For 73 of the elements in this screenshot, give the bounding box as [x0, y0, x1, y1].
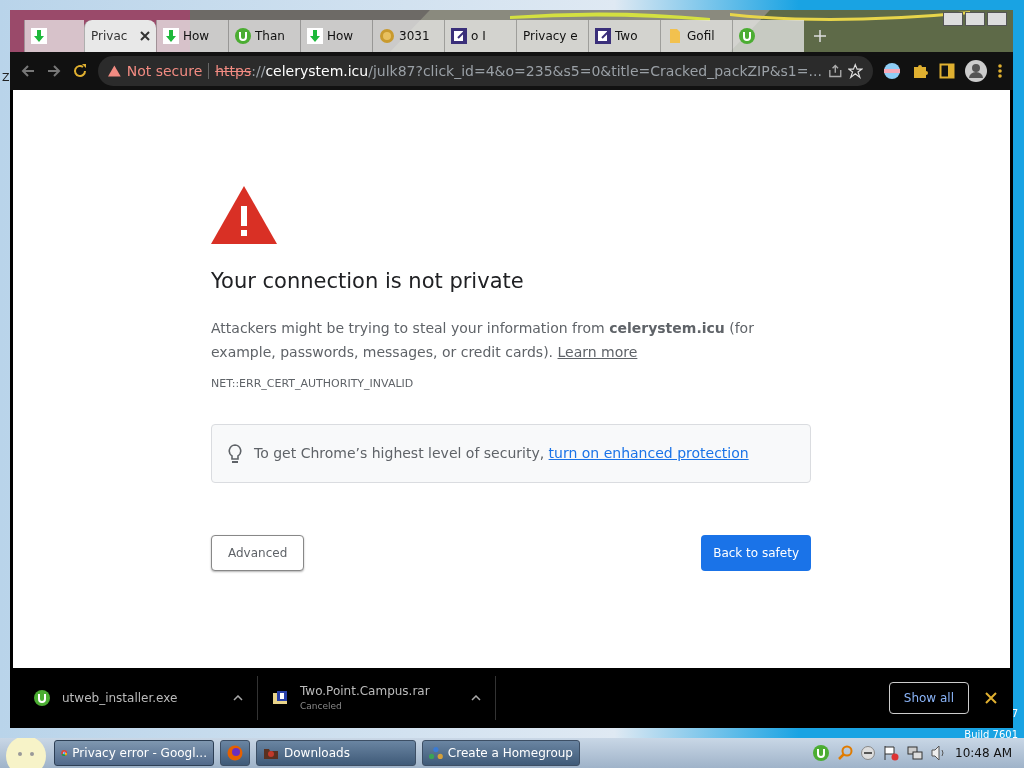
close-icon[interactable] — [140, 31, 150, 41]
taskbar-button[interactable]: Privacy error - Googl... — [54, 740, 214, 766]
error-code: NET::ERR_CERT_AUTHORITY_INVALID — [211, 375, 415, 392]
sidebar-icon[interactable] — [939, 63, 955, 79]
caret-icon[interactable] — [471, 695, 481, 701]
taskbar-button[interactable]: Create a Homegroup — [422, 740, 580, 766]
desktop-text: Z — [2, 70, 10, 86]
new-tab-icon[interactable] — [814, 30, 826, 42]
back-to-safety-button[interactable]: Back to safety — [701, 535, 811, 571]
coin-icon — [379, 28, 395, 44]
advanced-button[interactable]: Advanced — [211, 535, 305, 571]
flag-icon[interactable] — [883, 745, 900, 761]
close-button[interactable] — [987, 12, 1007, 26]
torrent-icon — [34, 690, 50, 706]
learn-more-link[interactable]: Learn more — [557, 343, 638, 360]
build-text: Build 7601 — [964, 728, 1018, 742]
warning-icon — [108, 65, 121, 77]
profile-icon[interactable] — [883, 62, 901, 80]
url-text: https://celerystem.icu/julk87?click_id=4&o=235&s5=0&title=Cracked_packZIP&s1=... — [215, 61, 822, 81]
address-bar[interactable]: Not secure https://celerystem.icu/julk87?click_id=4&o=235&s5=0&title=Cracked_packZIP&s1=... — [98, 56, 873, 86]
start-button[interactable] — [4, 738, 48, 768]
torrent-icon[interactable] — [813, 745, 830, 761]
download-icon — [307, 28, 323, 44]
back-icon[interactable] — [20, 63, 36, 79]
tab[interactable]: o I — [444, 20, 516, 52]
download-icon — [31, 28, 47, 44]
paragraph: Attackers might be trying to steal your information from celerystem.icu (for example, passwords, messages, or credit cards). Learn more — [211, 318, 755, 362]
share-icon[interactable] — [827, 63, 843, 79]
tab[interactable]: Privacy e — [516, 20, 588, 52]
download-icon — [163, 28, 179, 44]
network-icon — [429, 745, 443, 761]
file-name: utweb_installer.exe — [62, 690, 178, 707]
tip-text: To get Chrome’s highest level of security, turn on enhanced protection — [254, 444, 749, 463]
tab[interactable]: Privac — [84, 20, 156, 52]
minimize-button[interactable] — [943, 12, 963, 26]
reload-icon[interactable] — [72, 63, 88, 79]
close-icon[interactable] — [985, 692, 997, 704]
download-item[interactable]: utweb_installer.exe — [20, 676, 258, 720]
avatar-icon[interactable] — [965, 60, 987, 82]
puzzle-icon[interactable] — [911, 62, 929, 80]
torrent-icon — [235, 28, 251, 44]
tab[interactable]: Than — [228, 20, 300, 52]
page-title: Your connection is not private — [211, 268, 525, 295]
network-icon[interactable] — [907, 745, 924, 761]
menu-icon[interactable] — [997, 63, 1003, 79]
note-icon — [595, 28, 611, 44]
download-status: Canceled — [300, 700, 343, 714]
tab[interactable]: How — [300, 20, 372, 52]
torrent-icon — [739, 28, 755, 44]
show-all-button[interactable]: Show all — [888, 682, 969, 714]
star-icon[interactable] — [848, 63, 863, 79]
file-name: Two.Point.Campus.rar — [300, 683, 430, 701]
tab[interactable]: Two — [588, 20, 660, 52]
tab[interactable]: 3031 — [372, 20, 444, 52]
note-icon — [451, 28, 467, 44]
download-item[interactable]: Two.Point.Campus.rar Canceled — [258, 676, 496, 720]
clock[interactable]: 10:48 AM — [955, 744, 1012, 762]
enhanced-protection-link[interactable]: turn on enhanced protection — [548, 445, 749, 461]
file-icon — [667, 28, 683, 44]
taskbar-button[interactable]: Downloads — [256, 740, 416, 766]
tab[interactable]: Gofil — [660, 20, 732, 52]
lightbulb-icon — [228, 443, 242, 464]
firefox-icon — [227, 745, 243, 761]
tab[interactable] — [24, 20, 84, 52]
forward-icon[interactable] — [46, 63, 62, 79]
desktop-text: 7 — [1011, 707, 1018, 721]
archive-icon — [272, 690, 288, 706]
tab[interactable]: How — [156, 20, 228, 52]
maximize-button[interactable] — [965, 12, 985, 26]
status-icon[interactable] — [861, 746, 876, 760]
security-label[interactable]: Not secure — [126, 60, 203, 82]
caret-icon[interactable] — [233, 695, 243, 701]
warning-icon — [211, 186, 277, 244]
